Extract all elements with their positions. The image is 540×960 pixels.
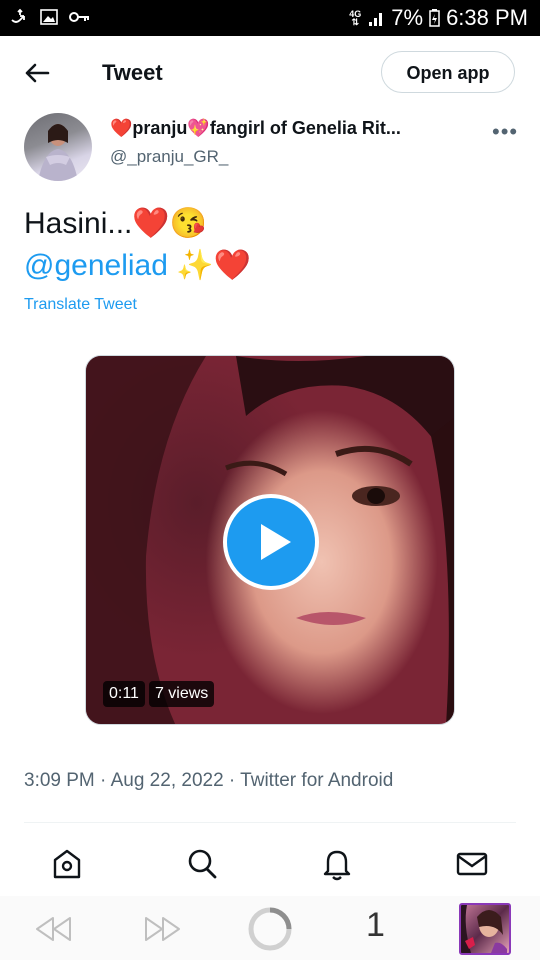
video-duration-badge: 0:11 [103, 681, 145, 707]
divider [24, 822, 516, 823]
translate-tweet-link[interactable]: Translate Tweet [24, 296, 137, 314]
image-icon [40, 9, 58, 25]
bottom-nav [0, 830, 540, 896]
tab-count[interactable]: 1 [366, 906, 385, 945]
usb-transfer-icon [11, 8, 25, 23]
notifications-bell-icon[interactable] [319, 846, 355, 882]
clock: 6:38 PM [446, 5, 528, 30]
rewind-back-icon[interactable] [34, 914, 74, 944]
tweet-text-line: Hasini...❤️😘 [24, 207, 208, 240]
tweet-text: Hasini...❤️😘 @geneliad ✨❤️ [24, 203, 251, 287]
messages-mail-icon[interactable] [454, 846, 490, 882]
play-button[interactable] [223, 494, 319, 590]
display-name[interactable]: ❤️pranju💖fangirl of Genelia Rit... [110, 118, 460, 139]
video-thumbnail[interactable]: 0:11 7 views [85, 355, 455, 725]
home-icon[interactable] [49, 846, 85, 882]
video-views-badge: 7 views [148, 681, 215, 707]
search-icon[interactable] [184, 846, 220, 882]
tweet-text-suffix: ✨❤️ [167, 249, 251, 282]
open-app-button[interactable]: Open app [381, 51, 515, 93]
battery-icon [429, 9, 440, 27]
more-options-icon[interactable]: ••• [492, 119, 518, 145]
user-handle[interactable]: @_pranju_GR_ [110, 147, 228, 167]
avatar[interactable] [24, 113, 92, 181]
fast-forward-icon[interactable] [142, 914, 182, 944]
tweet-header: Tweet Open app [0, 36, 540, 110]
signal-icon [369, 13, 383, 26]
tweet-timestamp: 3:09 PM · Aug 22, 2022 · Twitter for And… [24, 770, 394, 791]
loading-spinner-icon [248, 907, 292, 951]
profile-thumbnail[interactable] [459, 903, 511, 955]
battery-percent: 7% [391, 5, 424, 30]
play-icon [261, 524, 291, 560]
page-title: Tweet [102, 60, 163, 85]
back-arrow-icon[interactable] [22, 58, 52, 88]
mention-link[interactable]: @geneliad [24, 249, 168, 282]
key-icon [69, 12, 89, 22]
status-bar: 4G ⇅ 7% 6:38 PM [0, 0, 540, 36]
network-type: 4G ⇅ [349, 9, 362, 27]
